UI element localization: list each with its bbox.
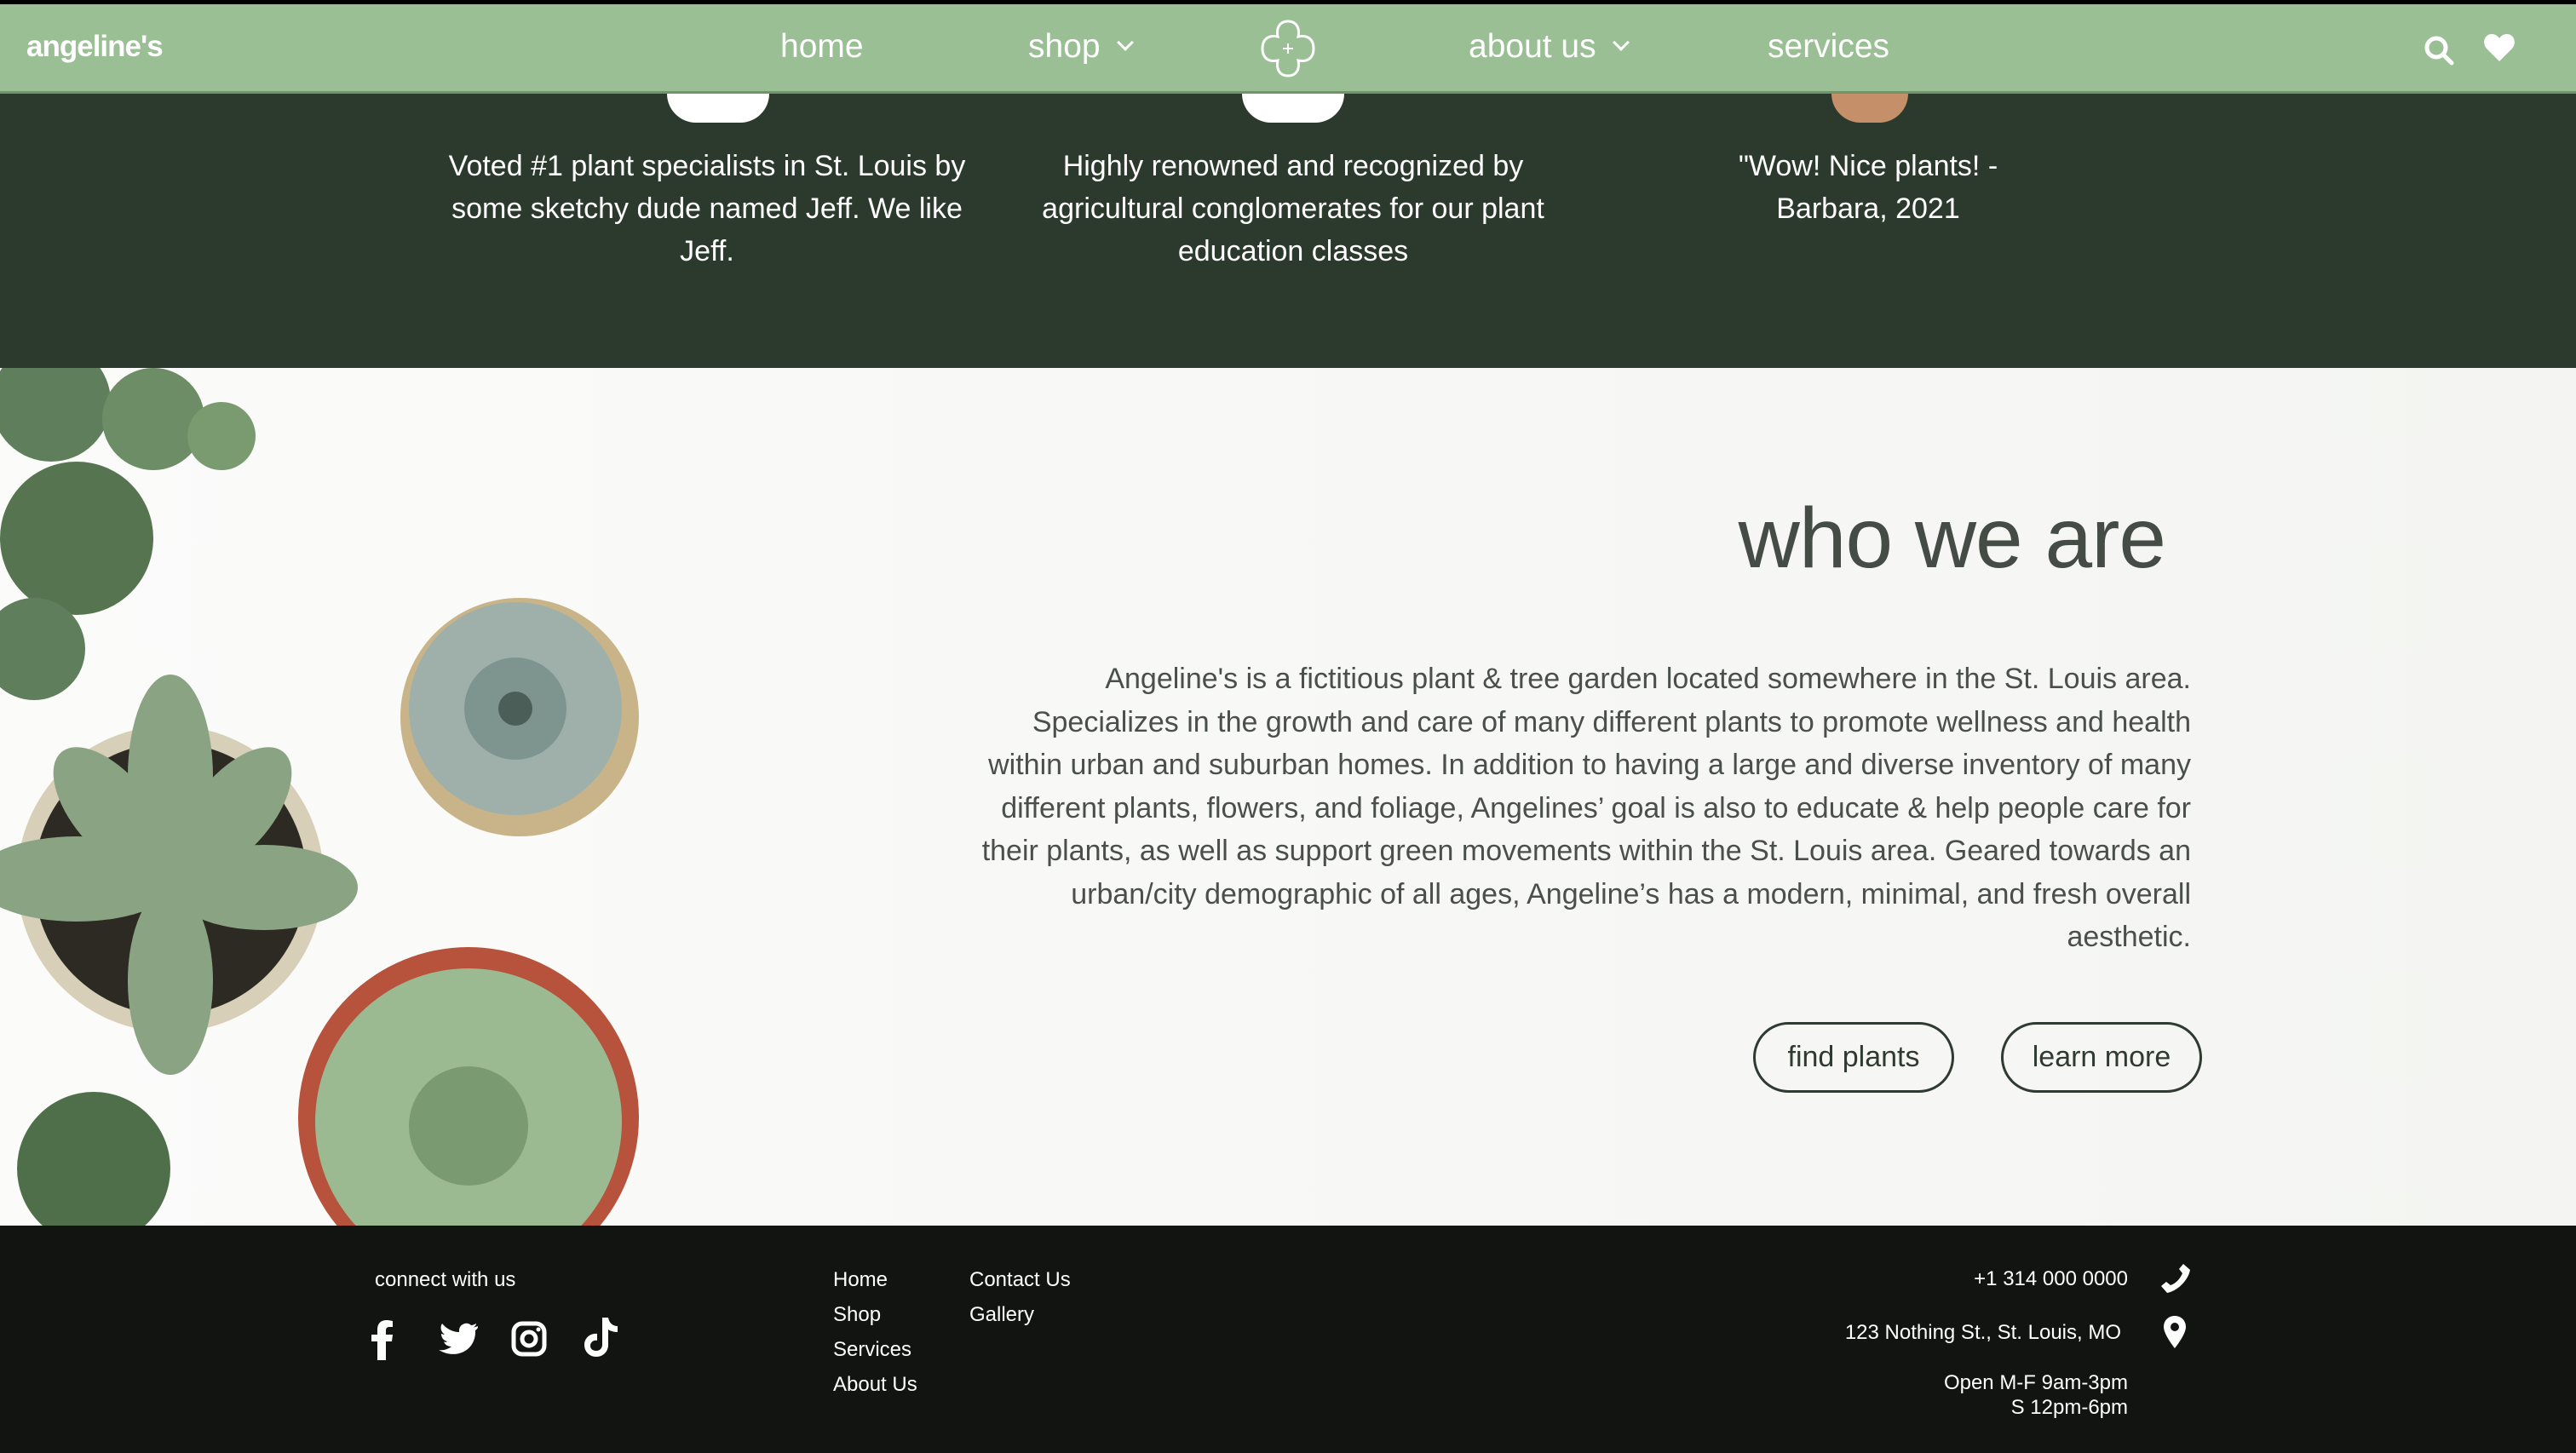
nav-services[interactable]: services	[1768, 28, 1889, 66]
footer-link-shop[interactable]: Shop	[833, 1303, 881, 1327]
footer-link-contact-us[interactable]: Contact Us	[969, 1268, 1071, 1292]
nav-services-label: services	[1768, 28, 1890, 65]
nav-about-us[interactable]: about us	[1469, 28, 1630, 66]
succulents-image	[0, 368, 639, 1226]
hours-saturday: S 12pm-6pm	[2010, 1396, 2128, 1419]
connect-label: connect with us	[375, 1268, 516, 1291]
about-section: who we are Angeline's is a fictitious pl…	[0, 368, 2576, 1226]
footer-link-gallery[interactable]: Gallery	[969, 1303, 1034, 1327]
award-image	[667, 94, 769, 123]
learn-more-button[interactable]: learn more	[2001, 1022, 2202, 1093]
nav-home-label: home	[780, 28, 864, 65]
testimonials-section: Voted #1 plant specialists in St. Louis …	[0, 94, 2576, 368]
phone-number[interactable]: +1 314 000 0000	[1974, 1267, 2128, 1291]
top-navigation: angeline's home shop about us services	[0, 4, 2576, 94]
footer-link-about-us[interactable]: About Us	[833, 1373, 917, 1397]
footer-link-home[interactable]: Home	[833, 1268, 888, 1292]
quote-text: "Wow! Nice plants! -Barbara, 2021	[1738, 150, 1998, 225]
tiktok-icon[interactable]	[584, 1318, 618, 1357]
quote-text: Voted #1 plant specialists in St. Louis …	[448, 150, 966, 267]
twitter-icon[interactable]	[439, 1323, 478, 1355]
customer-photo	[1831, 94, 1908, 123]
instagram-icon[interactable]	[511, 1321, 547, 1357]
footer: connect with us Home Shop Services About…	[0, 1226, 2576, 1453]
hours-weekdays: Open M-F 9am-3pm	[1943, 1371, 2128, 1394]
find-plants-button[interactable]: find plants	[1753, 1022, 1954, 1093]
about-paragraph: Angeline's is a fictitious plant & tree …	[981, 663, 2191, 953]
footer-link-services[interactable]: Services	[833, 1338, 911, 1362]
logo[interactable]: angeline's	[26, 30, 164, 64]
address: 123 Nothing St., St. Louis, MO	[1844, 1321, 2121, 1344]
flower-logo-icon[interactable]	[1256, 16, 1320, 81]
quote-text: Highly renowned and recognized by agricu…	[1042, 150, 1544, 267]
facebook-icon[interactable]	[371, 1319, 394, 1360]
location-pin-icon	[2164, 1316, 2186, 1348]
nav-shop-label: shop	[1028, 28, 1101, 65]
phone-icon	[2161, 1264, 2190, 1293]
nav-home[interactable]: home	[780, 28, 864, 66]
heart-icon[interactable]	[2483, 33, 2516, 62]
section-heading: who we are	[1738, 491, 2166, 586]
award-image	[1242, 94, 1344, 123]
nav-shop[interactable]: shop	[1028, 28, 1134, 66]
nav-about-label: about us	[1469, 28, 1596, 65]
chevron-down-icon	[1116, 34, 1134, 51]
search-icon[interactable]	[2424, 35, 2454, 66]
chevron-down-icon	[1612, 34, 1630, 51]
